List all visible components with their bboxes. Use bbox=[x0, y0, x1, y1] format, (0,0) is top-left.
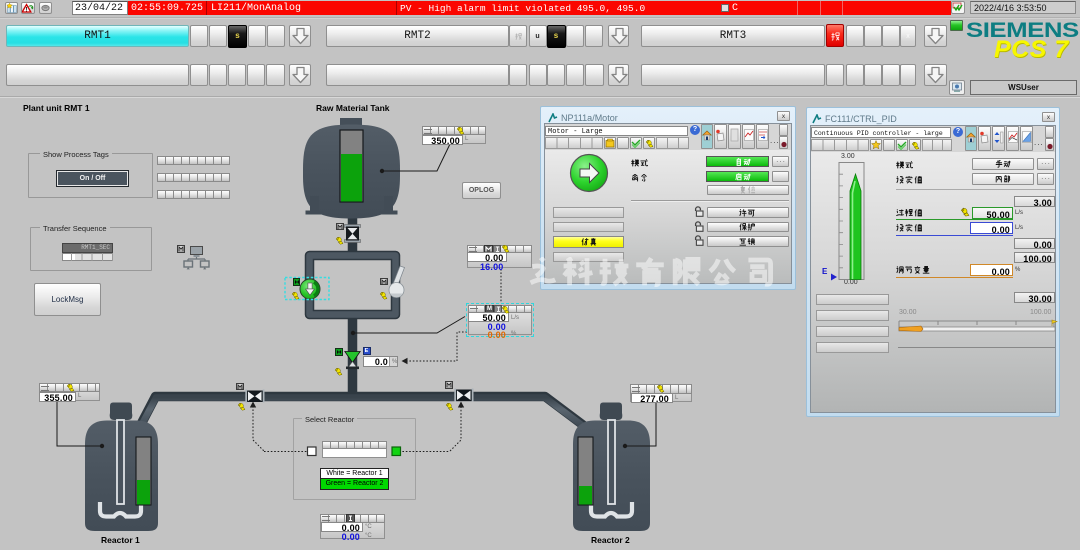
svg-text:E: E bbox=[822, 267, 828, 276]
